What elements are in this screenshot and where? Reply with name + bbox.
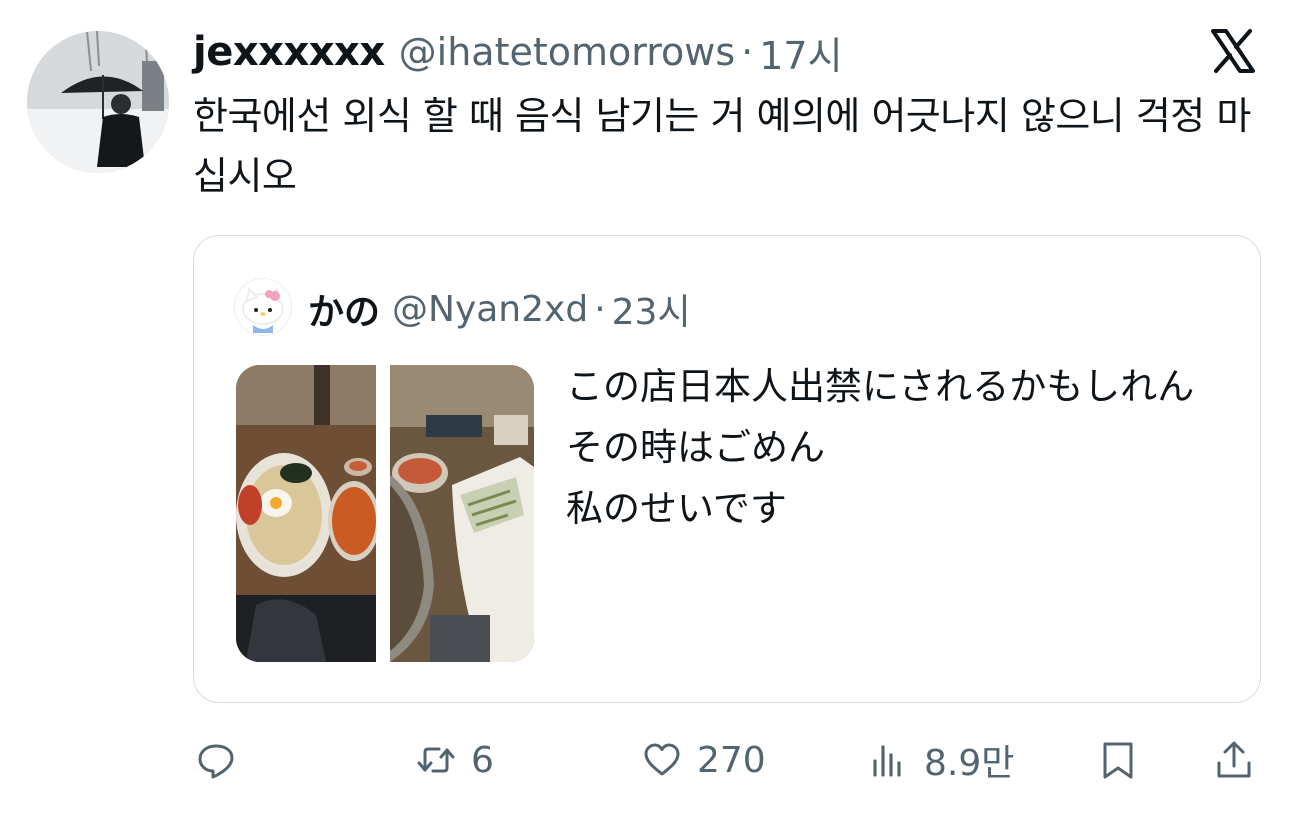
action-bar: 6 270 8.9만 xyxy=(193,730,1263,790)
quoted-display-name[interactable]: かの xyxy=(308,283,380,335)
bookmark-icon xyxy=(1103,742,1133,779)
retweet-button[interactable]: 6 xyxy=(415,730,494,790)
retweet-count: 6 xyxy=(471,739,494,781)
like-count: 270 xyxy=(697,739,766,781)
like-button[interactable]: 270 xyxy=(641,730,766,790)
food-photo-1[interactable] xyxy=(236,365,376,662)
quoted-header: かの @Nyan2xd · 23시 xyxy=(308,284,691,334)
bookmark-button[interactable] xyxy=(1097,730,1139,790)
food-photo-2[interactable] xyxy=(390,365,534,662)
views-button[interactable]: 8.9만 xyxy=(868,730,1014,790)
quoted-media[interactable] xyxy=(236,365,534,662)
author-avatar[interactable] xyxy=(27,31,169,173)
tweet-text: 한국에선 외식 할 때 음식 남기는 거 예의에 어긋나지 않으니 걱정 마십시… xyxy=(193,94,1251,198)
share-icon xyxy=(1217,741,1251,778)
reply-button[interactable] xyxy=(195,730,237,790)
share-button[interactable] xyxy=(1213,730,1255,790)
x-logo-icon xyxy=(1209,27,1257,75)
quoted-avatar[interactable] xyxy=(234,278,292,336)
heart-icon xyxy=(644,743,680,776)
hello-kitty-avatar xyxy=(242,287,284,333)
avatar-photo xyxy=(27,31,169,173)
timestamp[interactable]: 17시 xyxy=(759,25,842,80)
views-icon xyxy=(873,745,901,777)
display-name[interactable]: jexxxxxx xyxy=(193,29,385,75)
tweet-header: jexxxxxx @ihatetomorrows · 17시 xyxy=(193,26,843,78)
quoted-text: この店日本人出禁にされるかもしれん その時はごめん 私のせいです xyxy=(566,365,1195,530)
quoted-user-handle[interactable]: @Nyan2xd xyxy=(392,289,588,330)
reply-icon xyxy=(198,744,234,779)
separator-dot: · xyxy=(741,30,754,74)
view-count: 8.9만 xyxy=(924,743,1015,784)
quoted-tweet[interactable]: かの @Nyan2xd · 23시 この店日本人出禁にされるかもしれん その時は… xyxy=(193,235,1261,703)
quoted-timestamp[interactable]: 23시 xyxy=(612,283,691,335)
retweet-icon xyxy=(417,747,455,773)
quoted-separator-dot: · xyxy=(594,288,606,330)
user-handle[interactable]: @ihatetomorrows xyxy=(399,30,736,74)
